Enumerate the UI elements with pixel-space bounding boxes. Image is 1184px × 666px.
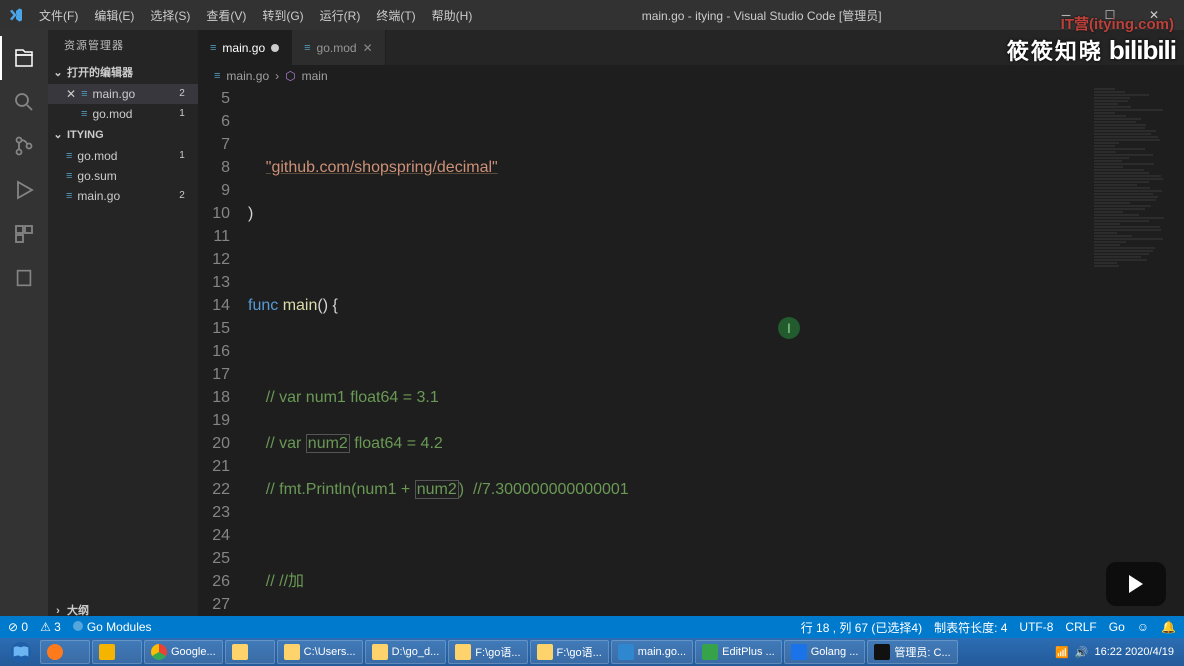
start-button[interactable] xyxy=(4,640,38,664)
gutter: 5678910111213141516171819202122232425262… xyxy=(198,87,248,644)
taskbar-folder2[interactable]: C:\Users... xyxy=(277,640,363,664)
play-icon xyxy=(1106,562,1166,606)
taskbar-editplus[interactable]: EditPlus ... xyxy=(695,640,782,664)
editor: ≡main.go ≡go.mod✕ ≡main.go› ⬡main 567891… xyxy=(198,30,1184,644)
code-lines[interactable]: "github.com/shopspring/decimal" ) func m… xyxy=(248,87,1184,644)
title-bar: 文件(F) 编辑(E) 选择(S) 查看(V) 转到(G) 运行(R) 终端(T… xyxy=(0,0,1184,30)
file-main-go[interactable]: ≡main.go2 xyxy=(48,186,198,206)
dirty-indicator-icon xyxy=(271,44,279,52)
watermark-bilibili: 筱筱知晓 bilibili xyxy=(1007,34,1176,66)
status-feedback-icon[interactable]: ☺ xyxy=(1137,620,1149,634)
sidebar-title: 资源管理器 xyxy=(48,30,198,62)
status-eol[interactable]: CRLF xyxy=(1065,620,1096,634)
status-encoding[interactable]: UTF-8 xyxy=(1019,620,1053,634)
taskbar-chrome[interactable]: Google... xyxy=(144,640,223,664)
menu-bar: 文件(F) 编辑(E) 选择(S) 查看(V) 转到(G) 运行(R) 终端(T… xyxy=(32,3,479,28)
taskbar-folder1[interactable] xyxy=(225,640,275,664)
taskbar-vscode[interactable]: main.go... xyxy=(611,640,693,664)
file-go-sum[interactable]: ≡go.sum xyxy=(48,166,198,186)
explorer-icon[interactable] xyxy=(0,36,48,80)
vscode-logo-icon xyxy=(8,7,24,23)
status-bell-icon[interactable]: 🔔 xyxy=(1161,620,1176,634)
bookmark-icon[interactable] xyxy=(0,256,48,300)
menu-select[interactable]: 选择(S) xyxy=(143,3,197,28)
close-icon[interactable]: ✕ xyxy=(363,41,373,55)
taskbar-folder4[interactable]: F:\go语... xyxy=(448,640,527,664)
taskbar-folder5[interactable]: F:\go语... xyxy=(530,640,609,664)
tab-main-go[interactable]: ≡main.go xyxy=(198,30,292,65)
activity-bar xyxy=(0,30,48,644)
text-cursor-icon: I xyxy=(778,317,800,339)
status-modules[interactable]: Go Modules xyxy=(73,620,152,634)
system-tray[interactable]: 📶 🔊 16:22 2020/4/19 xyxy=(1055,646,1180,659)
open-editor-main-go[interactable]: ✕ ≡main.go 2 xyxy=(48,84,198,104)
sidebar: 资源管理器 ⌄打开的编辑器 ✕ ≡main.go 2 ≡go.mod 1 ⌄IT… xyxy=(48,30,198,644)
tray-sound-icon[interactable]: 🔊 xyxy=(1075,646,1089,659)
project-header[interactable]: ⌄ITYING xyxy=(48,124,198,146)
menu-view[interactable]: 查看(V) xyxy=(199,3,253,28)
taskbar-cmd[interactable]: 管理员: C... xyxy=(867,640,957,664)
window-title: main.go - itying - Visual Studio Code [管… xyxy=(479,7,1044,24)
tray-network-icon[interactable]: 📶 xyxy=(1055,646,1069,659)
menu-edit[interactable]: 编辑(E) xyxy=(87,3,141,28)
menu-file[interactable]: 文件(F) xyxy=(32,3,85,28)
taskbar-folder3[interactable]: D:\go_d... xyxy=(365,640,447,664)
menu-go[interactable]: 转到(G) xyxy=(255,3,310,28)
status-bar: ⊘ 0 ⚠ 3 Go Modules 行 18 , 列 67 (已选择4) 制表… xyxy=(0,616,1184,638)
open-editors-header[interactable]: ⌄打开的编辑器 xyxy=(48,62,198,84)
menu-help[interactable]: 帮助(H) xyxy=(425,3,480,28)
code-area[interactable]: 5678910111213141516171819202122232425262… xyxy=(198,87,1184,644)
minimap[interactable] xyxy=(1088,87,1184,644)
windows-taskbar: Google... C:\Users... D:\go_d... F:\go语.… xyxy=(0,638,1184,666)
taskbar-app[interactable] xyxy=(92,640,142,664)
file-go-mod[interactable]: ≡go.mod1 xyxy=(48,146,198,166)
open-editor-go-mod[interactable]: ≡go.mod 1 xyxy=(48,104,198,124)
status-errors[interactable]: ⊘ 0 xyxy=(8,620,28,634)
watermark-itying: IT营(itying.com) xyxy=(1061,13,1174,34)
breadcrumb[interactable]: ≡main.go› ⬡main xyxy=(198,65,1184,87)
menu-run[interactable]: 运行(R) xyxy=(313,3,368,28)
debug-icon[interactable] xyxy=(0,168,48,212)
taskbar-firefox[interactable] xyxy=(40,640,90,664)
extensions-icon[interactable] xyxy=(0,212,48,256)
status-tabsize[interactable]: 制表符长度: 4 xyxy=(934,619,1007,636)
status-cursor-pos[interactable]: 行 18 , 列 67 (已选择4) xyxy=(801,619,922,636)
tab-go-mod[interactable]: ≡go.mod✕ xyxy=(292,30,386,65)
menu-terminal[interactable]: 终端(T) xyxy=(369,3,422,28)
tray-time[interactable]: 16:22 2020/4/19 xyxy=(1094,646,1174,658)
status-language[interactable]: Go xyxy=(1109,620,1125,634)
taskbar-wps[interactable]: Golang ... xyxy=(784,640,866,664)
scm-icon[interactable] xyxy=(0,124,48,168)
search-icon[interactable] xyxy=(0,80,48,124)
status-warnings[interactable]: ⚠ 3 xyxy=(40,620,61,634)
